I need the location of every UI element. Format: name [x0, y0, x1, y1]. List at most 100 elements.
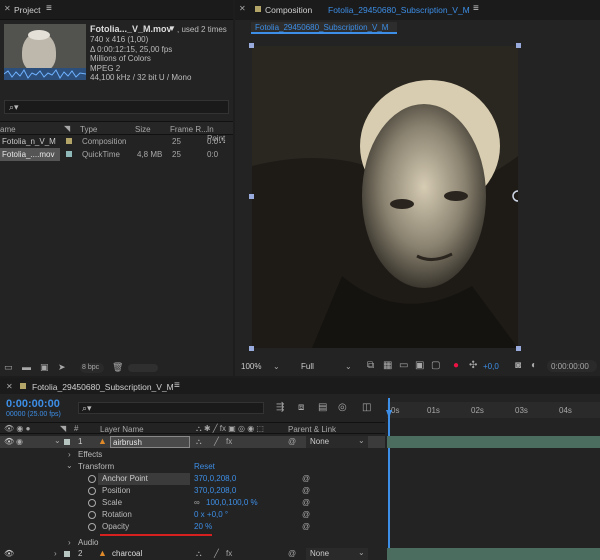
opacity-value[interactable]: 20 %	[194, 522, 212, 531]
anchor-point-value[interactable]: 370,0,208,0	[194, 474, 236, 483]
exposure-value[interactable]: +0,0	[483, 362, 499, 371]
label-swatch[interactable]	[64, 551, 70, 557]
composition-tab-label[interactable]: Composition	[265, 5, 312, 15]
mask-visibility-icon[interactable]: ▭	[399, 360, 408, 371]
label-swatch[interactable]	[66, 138, 72, 144]
thumbnail-slider[interactable]	[128, 364, 158, 372]
col-layer-name[interactable]: Layer Name	[100, 425, 144, 434]
viewer-timecode[interactable]: 0:00:00:00	[551, 362, 589, 371]
collapse-arrow-icon[interactable]: ⌄	[66, 461, 73, 470]
fx-icon[interactable]: fx	[226, 437, 232, 446]
stopwatch-icon[interactable]	[88, 511, 96, 519]
handle-top-right[interactable]	[516, 43, 521, 48]
parent-select[interactable]: None ⌄	[306, 548, 368, 560]
transform-group-row[interactable]: ⌄ Transform Reset	[0, 461, 385, 473]
parent-select[interactable]: None ⌄	[306, 436, 368, 448]
timeline-tab[interactable]: Fotolia_29450680_Subscription_V_M	[32, 382, 174, 392]
layer-duration-bar[interactable]	[387, 548, 600, 560]
color-channels-icon[interactable]: ●	[453, 360, 459, 371]
composition-mini-flowchart-icon[interactable]: ⇶	[276, 402, 284, 413]
fx-icon[interactable]: fx	[226, 549, 232, 558]
stopwatch-icon[interactable]	[88, 499, 96, 507]
effects-group-row[interactable]: › Effects	[0, 449, 385, 461]
expand-arrow-icon[interactable]: ›	[68, 450, 71, 459]
exposure-reset-icon[interactable]: ✣	[469, 360, 477, 371]
expand-arrow-icon[interactable]: ›	[68, 538, 71, 547]
camera-icon[interactable]: ◙	[515, 360, 521, 371]
new-composition-icon[interactable]: ▣	[40, 362, 49, 373]
parent-pickwhip-icon[interactable]: @	[288, 437, 296, 446]
project-search-input[interactable]: ⌕▾	[4, 100, 229, 114]
zoom-select[interactable]: 100%	[241, 362, 261, 371]
close-icon[interactable]: ✕	[6, 382, 13, 391]
playhead[interactable]	[386, 398, 392, 560]
audio-icon[interactable]: ◉	[16, 437, 23, 446]
expression-pickwhip-icon[interactable]: @	[302, 498, 310, 507]
scale-value[interactable]: 100,0,100,0 %	[206, 498, 258, 507]
transparency-grid-icon[interactable]: ▦	[383, 360, 392, 371]
col-size[interactable]: Size	[135, 125, 151, 134]
layer-name-field[interactable]: airbrush	[110, 436, 190, 448]
expand-chevron-icon[interactable]: ⌄	[54, 436, 61, 445]
time-ruler[interactable]: 0s 01s 02s 03s 04s	[387, 402, 600, 418]
handle-middle-left[interactable]	[249, 194, 254, 199]
label-swatch[interactable]	[66, 151, 72, 157]
close-icon[interactable]: ✕	[4, 4, 11, 13]
property-row-opacity[interactable]: Opacity 20 % @	[0, 521, 385, 533]
panel-menu-icon[interactable]: ≡	[473, 3, 479, 14]
property-row-anchor-point[interactable]: Anchor Point 370,0,208,0 @	[0, 473, 385, 485]
stopwatch-icon[interactable]	[88, 475, 96, 483]
dropdown-arrow-icon[interactable]: ▼	[168, 24, 176, 33]
interpret-footage-icon[interactable]: ▭	[4, 362, 13, 373]
layer-row[interactable]: 👁 › 2 ▲ charcoal ⛬ ╱ fx @ None ⌄	[0, 548, 385, 560]
expression-pickwhip-icon[interactable]: @	[302, 510, 310, 519]
position-value[interactable]: 370,0,208,0	[194, 486, 236, 495]
expression-pickwhip-icon[interactable]: @	[302, 474, 310, 483]
timeline-search-input[interactable]: ⌕▾	[78, 402, 264, 414]
project-item-row[interactable]: Fotolia_n_V_M Composition 25 0:0 ⛬	[0, 135, 233, 148]
visibility-eye-icon[interactable]: 👁	[4, 549, 14, 558]
handle-bottom-right[interactable]	[516, 346, 521, 351]
expand-arrow-icon[interactable]: ›	[54, 549, 57, 558]
chevron-down-icon[interactable]: ⌄	[273, 362, 280, 371]
resolution-select[interactable]: Full	[301, 362, 314, 371]
property-row-rotation[interactable]: Rotation 0 x +0,0 ° @	[0, 509, 385, 521]
handle-bottom-left[interactable]	[249, 346, 254, 351]
grid-guides-icon[interactable]: ▣	[415, 360, 424, 371]
property-row-scale[interactable]: Scale ∞ 100,0,100,0 % @	[0, 497, 385, 509]
composition-tab-name[interactable]: Fotolia_29450680_Subscription_V_M	[328, 5, 470, 15]
parent-pickwhip-icon[interactable]: @	[288, 549, 296, 558]
project-item-row[interactable]: Fotolia_....mov QuickTime 4,8 MB 25 0:0	[0, 148, 233, 161]
layer-row[interactable]: 👁 ◉ ⌄ 1 ▲ airbrush ⛬ ╱ fx @ None ⌄	[0, 436, 385, 448]
stopwatch-icon[interactable]	[88, 487, 96, 495]
motion-blur-icon[interactable]: ▤	[318, 402, 327, 413]
panel-menu-icon[interactable]: ≡	[174, 380, 180, 391]
composition-viewer[interactable]	[252, 46, 518, 348]
handle-top-left[interactable]	[249, 43, 254, 48]
col-parent-link[interactable]: Parent & Link	[288, 425, 336, 434]
trash-icon[interactable]: 🗑	[112, 362, 123, 373]
col-type[interactable]: Type	[80, 125, 97, 134]
col-name[interactable]: ame	[0, 125, 16, 134]
snapshot-toggle-icon[interactable]: ▢	[431, 360, 440, 371]
property-row-position[interactable]: Position 370,0,208,0 @	[0, 485, 385, 497]
flowchart-icon[interactable]: ⛬	[219, 135, 225, 146]
shy-icon[interactable]: ⛬	[196, 549, 202, 559]
region-of-interest-icon[interactable]: ⧉	[367, 360, 374, 371]
visibility-eye-icon[interactable]: 👁	[4, 437, 14, 446]
expression-pickwhip-icon[interactable]: @	[302, 486, 310, 495]
chevron-down-icon[interactable]: ⌄	[345, 362, 352, 371]
new-folder-icon[interactable]: ▬	[22, 362, 31, 372]
layer-name[interactable]: charcoal	[112, 549, 142, 558]
rotation-value[interactable]: 0 x +0,0 °	[194, 510, 228, 519]
show-snapshot-icon[interactable]: ◐	[531, 360, 537, 371]
constrain-proportions-icon[interactable]: ∞	[194, 498, 200, 507]
quality-icon[interactable]: ╱	[214, 437, 219, 446]
project-tab[interactable]: Project	[14, 5, 40, 15]
composition-subtab[interactable]: Fotolia_29450680_Subscription_V_M	[251, 22, 397, 34]
draft-3d-icon[interactable]: ⧈	[298, 402, 304, 413]
panel-menu-icon[interactable]: ≡	[46, 3, 52, 14]
frame-blending-icon[interactable]: ◎	[338, 402, 347, 413]
shy-icon[interactable]: ⛬	[196, 437, 202, 447]
label-swatch[interactable]	[64, 439, 70, 445]
